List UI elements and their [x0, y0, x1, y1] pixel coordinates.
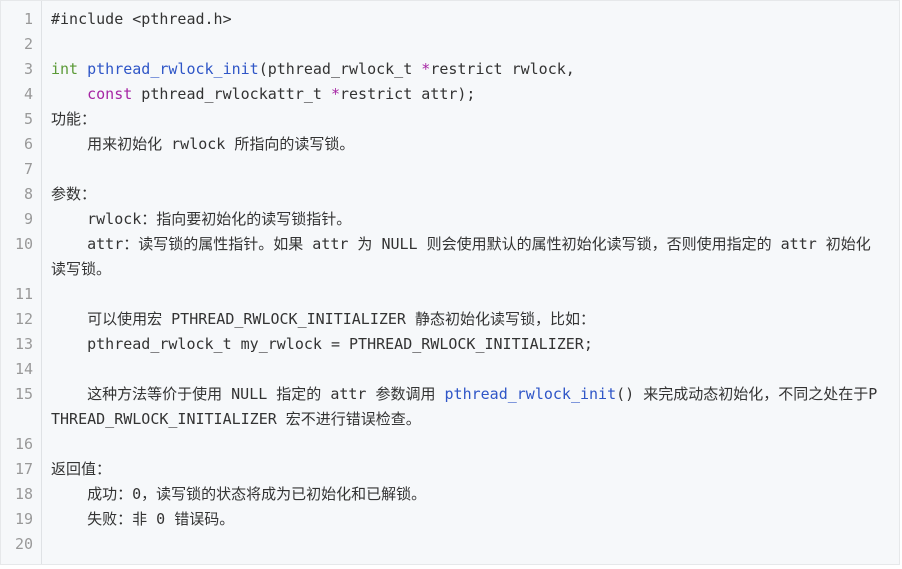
code-line: 5 功能： — [1, 107, 899, 132]
code-text: 成功：0，读写锁的状态将成为已初始化和已解锁。 — [51, 485, 427, 503]
line-number: 8 — [23, 185, 33, 203]
gutter-divider — [41, 1, 42, 564]
line-number: 7 — [23, 160, 33, 178]
code-text: rwlock：指向要初始化的读写锁指针。 — [51, 210, 352, 228]
line-number: 10 — [14, 235, 33, 253]
code-text: 参数： — [51, 185, 97, 203]
line-number: 9 — [23, 210, 33, 228]
code-line: 15 这种方法等价于使用 NULL 指定的 attr 参数调用 pthread_… — [1, 382, 899, 432]
code-text: (pthread_rwlock_t — [258, 60, 422, 78]
line-content: 用来初始化 rwlock 所指向的读写锁。 — [33, 132, 899, 157]
line-content: 可以使用宏 PTHREAD_RWLOCK_INITIALIZER 静态初始化读写… — [33, 307, 899, 332]
line-number: 19 — [14, 510, 33, 528]
line-content: 参数： — [33, 182, 899, 207]
code-line: 16 — [1, 432, 899, 457]
code-text: pthread_rwlockattr_t — [132, 85, 331, 103]
code-line: 13 pthread_rwlock_t my_rwlock = PTHREAD_… — [1, 332, 899, 357]
code-text: attr：读写锁的属性指针。如果 attr 为 NULL 则会使用默认的属性初始… — [51, 235, 871, 278]
code-block: 1 #include <pthread.h> 2 3 int pthread_rwloc… — [0, 0, 900, 565]
line-content: int pthread_rwlock_init(pthread_rwlock_t… — [33, 57, 899, 82]
code-line: 18 成功：0，读写锁的状态将成为已初始化和已解锁。 — [1, 482, 899, 507]
code-line: 6 用来初始化 rwlock 所指向的读写锁。 — [1, 132, 899, 157]
line-number: 16 — [14, 435, 33, 453]
code-text: * — [421, 60, 431, 78]
code-line: 17 返回值： — [1, 457, 899, 482]
line-content: const pthread_rwlockattr_t *restrict att… — [33, 82, 899, 107]
line-number: 5 — [23, 110, 33, 128]
code-line: 2 — [1, 32, 899, 57]
code-text: 失败：非 0 错误码。 — [51, 510, 235, 528]
line-content: rwlock：指向要初始化的读写锁指针。 — [33, 207, 899, 232]
code-text: * — [330, 85, 340, 103]
code-lines: 1 #include <pthread.h> 2 3 int pthread_rwloc… — [1, 7, 899, 557]
line-number: 17 — [14, 460, 33, 478]
line-number: 12 — [14, 310, 33, 328]
code-line: 14 — [1, 357, 899, 382]
function-name: pthread_rwlock_init — [87, 60, 259, 78]
keyword: int — [51, 60, 79, 78]
line-number: 1 — [23, 10, 33, 28]
code-line: 10 attr：读写锁的属性指针。如果 attr 为 NULL 则会使用默认的属… — [1, 232, 899, 282]
code-text: 可以使用宏 PTHREAD_RWLOCK_INITIALIZER 静态初始化读写… — [51, 310, 595, 328]
keyword: const — [87, 85, 133, 103]
line-content: 这种方法等价于使用 NULL 指定的 attr 参数调用 pthread_rwl… — [33, 382, 899, 432]
code-line: 7 — [1, 157, 899, 182]
line-content: pthread_rwlock_t my_rwlock = PTHREAD_RWL… — [33, 332, 899, 357]
code-text: restrict attr); — [340, 85, 476, 103]
line-number: 20 — [14, 535, 33, 553]
line-number: 11 — [14, 285, 33, 303]
line-content: #include <pthread.h> — [33, 7, 899, 32]
line-content: 失败：非 0 错误码。 — [33, 507, 899, 532]
code-line: 19 失败：非 0 错误码。 — [1, 507, 899, 532]
code-line: 20 — [1, 532, 899, 557]
line-number: 2 — [23, 35, 33, 53]
code-line: 11 — [1, 282, 899, 307]
code-line: 9 rwlock：指向要初始化的读写锁指针。 — [1, 207, 899, 232]
code-text: 返回值： — [51, 460, 112, 478]
line-number: 3 — [23, 60, 33, 78]
code-text: restrict rwlock, — [430, 60, 575, 78]
line-number: 6 — [23, 135, 33, 153]
line-number: 18 — [14, 485, 33, 503]
code-line: 4 const pthread_rwlockattr_t *restrict a… — [1, 82, 899, 107]
code-text: #include <pthread.h> — [51, 10, 232, 28]
code-text: 功能： — [51, 110, 97, 128]
line-number: 4 — [23, 85, 33, 103]
code-line: 8 参数： — [1, 182, 899, 207]
line-content: 成功：0，读写锁的状态将成为已初始化和已解锁。 — [33, 482, 899, 507]
code-line: 1 #include <pthread.h> — [1, 7, 899, 32]
function-name: pthread_rwlock_init — [444, 385, 617, 403]
code-text: 这种方法等价于使用 NULL 指定的 attr 参数调用 — [51, 385, 445, 403]
code-line: 12 可以使用宏 PTHREAD_RWLOCK_INITIALIZER 静态初始… — [1, 307, 899, 332]
code-text: pthread_rwlock_t my_rwlock = PTHREAD_RWL… — [51, 335, 593, 353]
line-number: 13 — [14, 335, 33, 353]
code-line: 3 int pthread_rwlock_init(pthread_rwlock_… — [1, 57, 899, 82]
line-content: attr：读写锁的属性指针。如果 attr 为 NULL 则会使用默认的属性初始… — [33, 232, 899, 282]
code-text: 用来初始化 rwlock 所指向的读写锁。 — [51, 135, 355, 153]
line-content: 返回值： — [33, 457, 899, 482]
line-number: 15 — [14, 385, 33, 403]
line-content: 功能： — [33, 107, 899, 132]
line-number: 14 — [14, 360, 33, 378]
